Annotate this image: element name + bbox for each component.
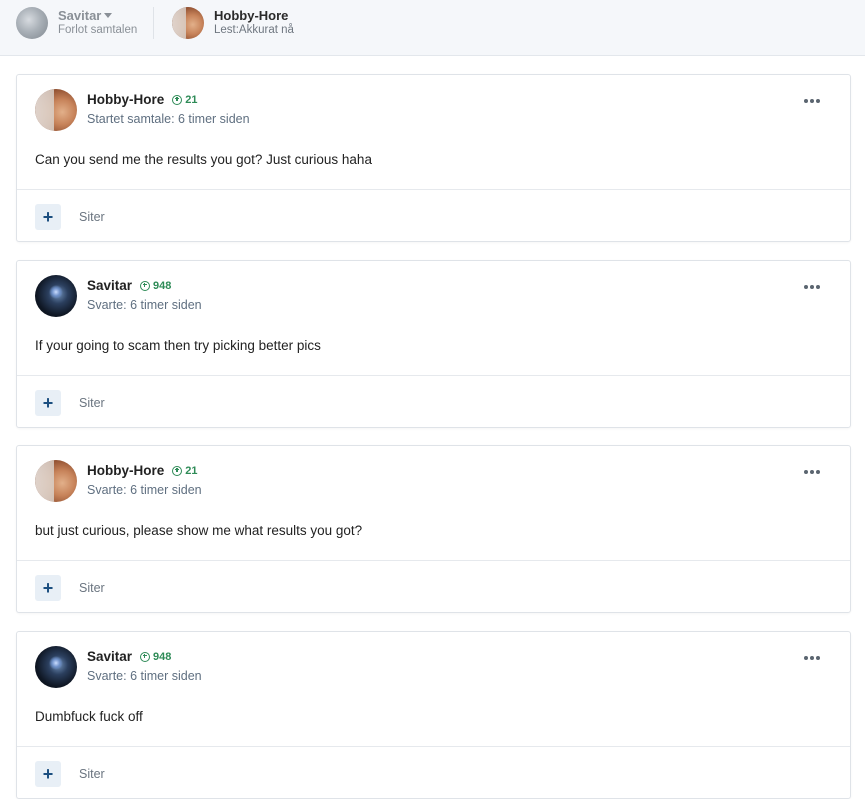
participant-status: Forlot samtalen [58, 24, 138, 36]
post-meta: Svarte: 6 timer siden [87, 483, 202, 497]
author-avatar[interactable] [35, 89, 77, 131]
author-avatar[interactable] [35, 275, 77, 317]
quote-button[interactable]: + [35, 761, 61, 787]
participant-name[interactable]: Hobby-Hore [214, 8, 294, 23]
quote-button[interactable]: + [35, 390, 61, 416]
post-body: Can you send me the results you got? Jus… [35, 152, 372, 167]
ellipsis-dot [816, 470, 820, 474]
post-meta: Svarte: 6 timer siden [87, 298, 202, 312]
quote-button[interactable]: + [35, 575, 61, 601]
participant-savitar[interactable]: Savitar Forlot samtalen [16, 6, 137, 40]
avatar[interactable] [172, 7, 204, 39]
message-post: Savitar 948 Svarte: 6 timer siden Dumbfu… [16, 631, 851, 799]
participant-hobby-hore[interactable]: Hobby-Hore Lest:Akkurat nå [172, 6, 294, 40]
plus-circle-icon [172, 94, 183, 105]
author-name[interactable]: Hobby-Hore [87, 463, 164, 478]
ellipsis-dot [816, 285, 820, 289]
ellipsis-dot [810, 285, 814, 289]
quote-link[interactable]: Siter [79, 581, 105, 595]
author-name[interactable]: Savitar [87, 649, 132, 664]
chevron-down-icon[interactable] [104, 13, 113, 18]
author-name[interactable]: Savitar [87, 278, 132, 293]
more-options-button[interactable] [802, 95, 822, 107]
quote-link[interactable]: Siter [79, 210, 105, 224]
reputation-badge[interactable]: 948 [140, 651, 171, 663]
ellipsis-dot [810, 99, 814, 103]
ellipsis-dot [810, 656, 814, 660]
ellipsis-icon [804, 99, 808, 103]
plus-icon: + [42, 393, 54, 413]
reputation-badge[interactable]: 948 [140, 280, 171, 292]
reputation-badge[interactable]: 21 [172, 464, 198, 477]
post-body: but just curious, please show me what re… [35, 523, 363, 538]
participant-status: Lest:Akkurat nå [214, 24, 294, 36]
post-footer: + Siter [17, 375, 850, 428]
reputation-count: 21 [185, 93, 198, 106]
message-post: Hobby-Hore 21 Startet samtale: 6 timer s… [16, 74, 851, 242]
more-options-button[interactable] [802, 281, 822, 293]
author-avatar[interactable] [35, 646, 77, 688]
participant-name-text[interactable]: Savitar [58, 8, 101, 23]
post-body: If your going to scam then try picking b… [35, 338, 321, 353]
plus-icon: + [42, 764, 54, 784]
more-options-button[interactable] [802, 466, 822, 478]
reputation-count: 948 [153, 650, 172, 663]
quote-button[interactable]: + [35, 204, 61, 230]
plus-circle-icon [140, 651, 151, 662]
post-footer: + Siter [17, 189, 850, 242]
message-post: Savitar 948 Svarte: 6 timer siden If you… [16, 260, 851, 428]
ellipsis-dot [816, 656, 820, 660]
plus-circle-icon [172, 465, 183, 476]
post-footer: + Siter [17, 746, 850, 799]
reputation-badge[interactable]: 21 [172, 93, 198, 106]
quote-link[interactable]: Siter [79, 396, 105, 410]
participant-name[interactable]: Savitar [58, 8, 137, 23]
more-options-button[interactable] [802, 652, 822, 664]
participants-bar: Savitar Forlot samtalen Hobby-Hore Lest:… [0, 0, 865, 56]
ellipsis-icon [804, 470, 808, 474]
ellipsis-dot [810, 470, 814, 474]
author-name[interactable]: Hobby-Hore [87, 92, 164, 107]
message-post: Hobby-Hore 21 Svarte: 6 timer siden but … [16, 445, 851, 613]
reputation-count: 21 [185, 464, 198, 477]
post-footer: + Siter [17, 560, 850, 613]
plus-circle-icon [140, 280, 151, 291]
ellipsis-dot [816, 99, 820, 103]
post-meta: Svarte: 6 timer siden [87, 669, 202, 683]
ellipsis-icon [804, 285, 808, 289]
divider [153, 7, 154, 39]
plus-icon: + [42, 578, 54, 598]
avatar[interactable] [16, 7, 48, 39]
ellipsis-icon [804, 656, 808, 660]
reputation-count: 948 [153, 279, 172, 292]
author-avatar[interactable] [35, 460, 77, 502]
plus-icon: + [42, 207, 54, 227]
post-meta: Startet samtale: 6 timer siden [87, 112, 250, 126]
post-body: Dumbfuck fuck off [35, 709, 143, 724]
quote-link[interactable]: Siter [79, 767, 105, 781]
